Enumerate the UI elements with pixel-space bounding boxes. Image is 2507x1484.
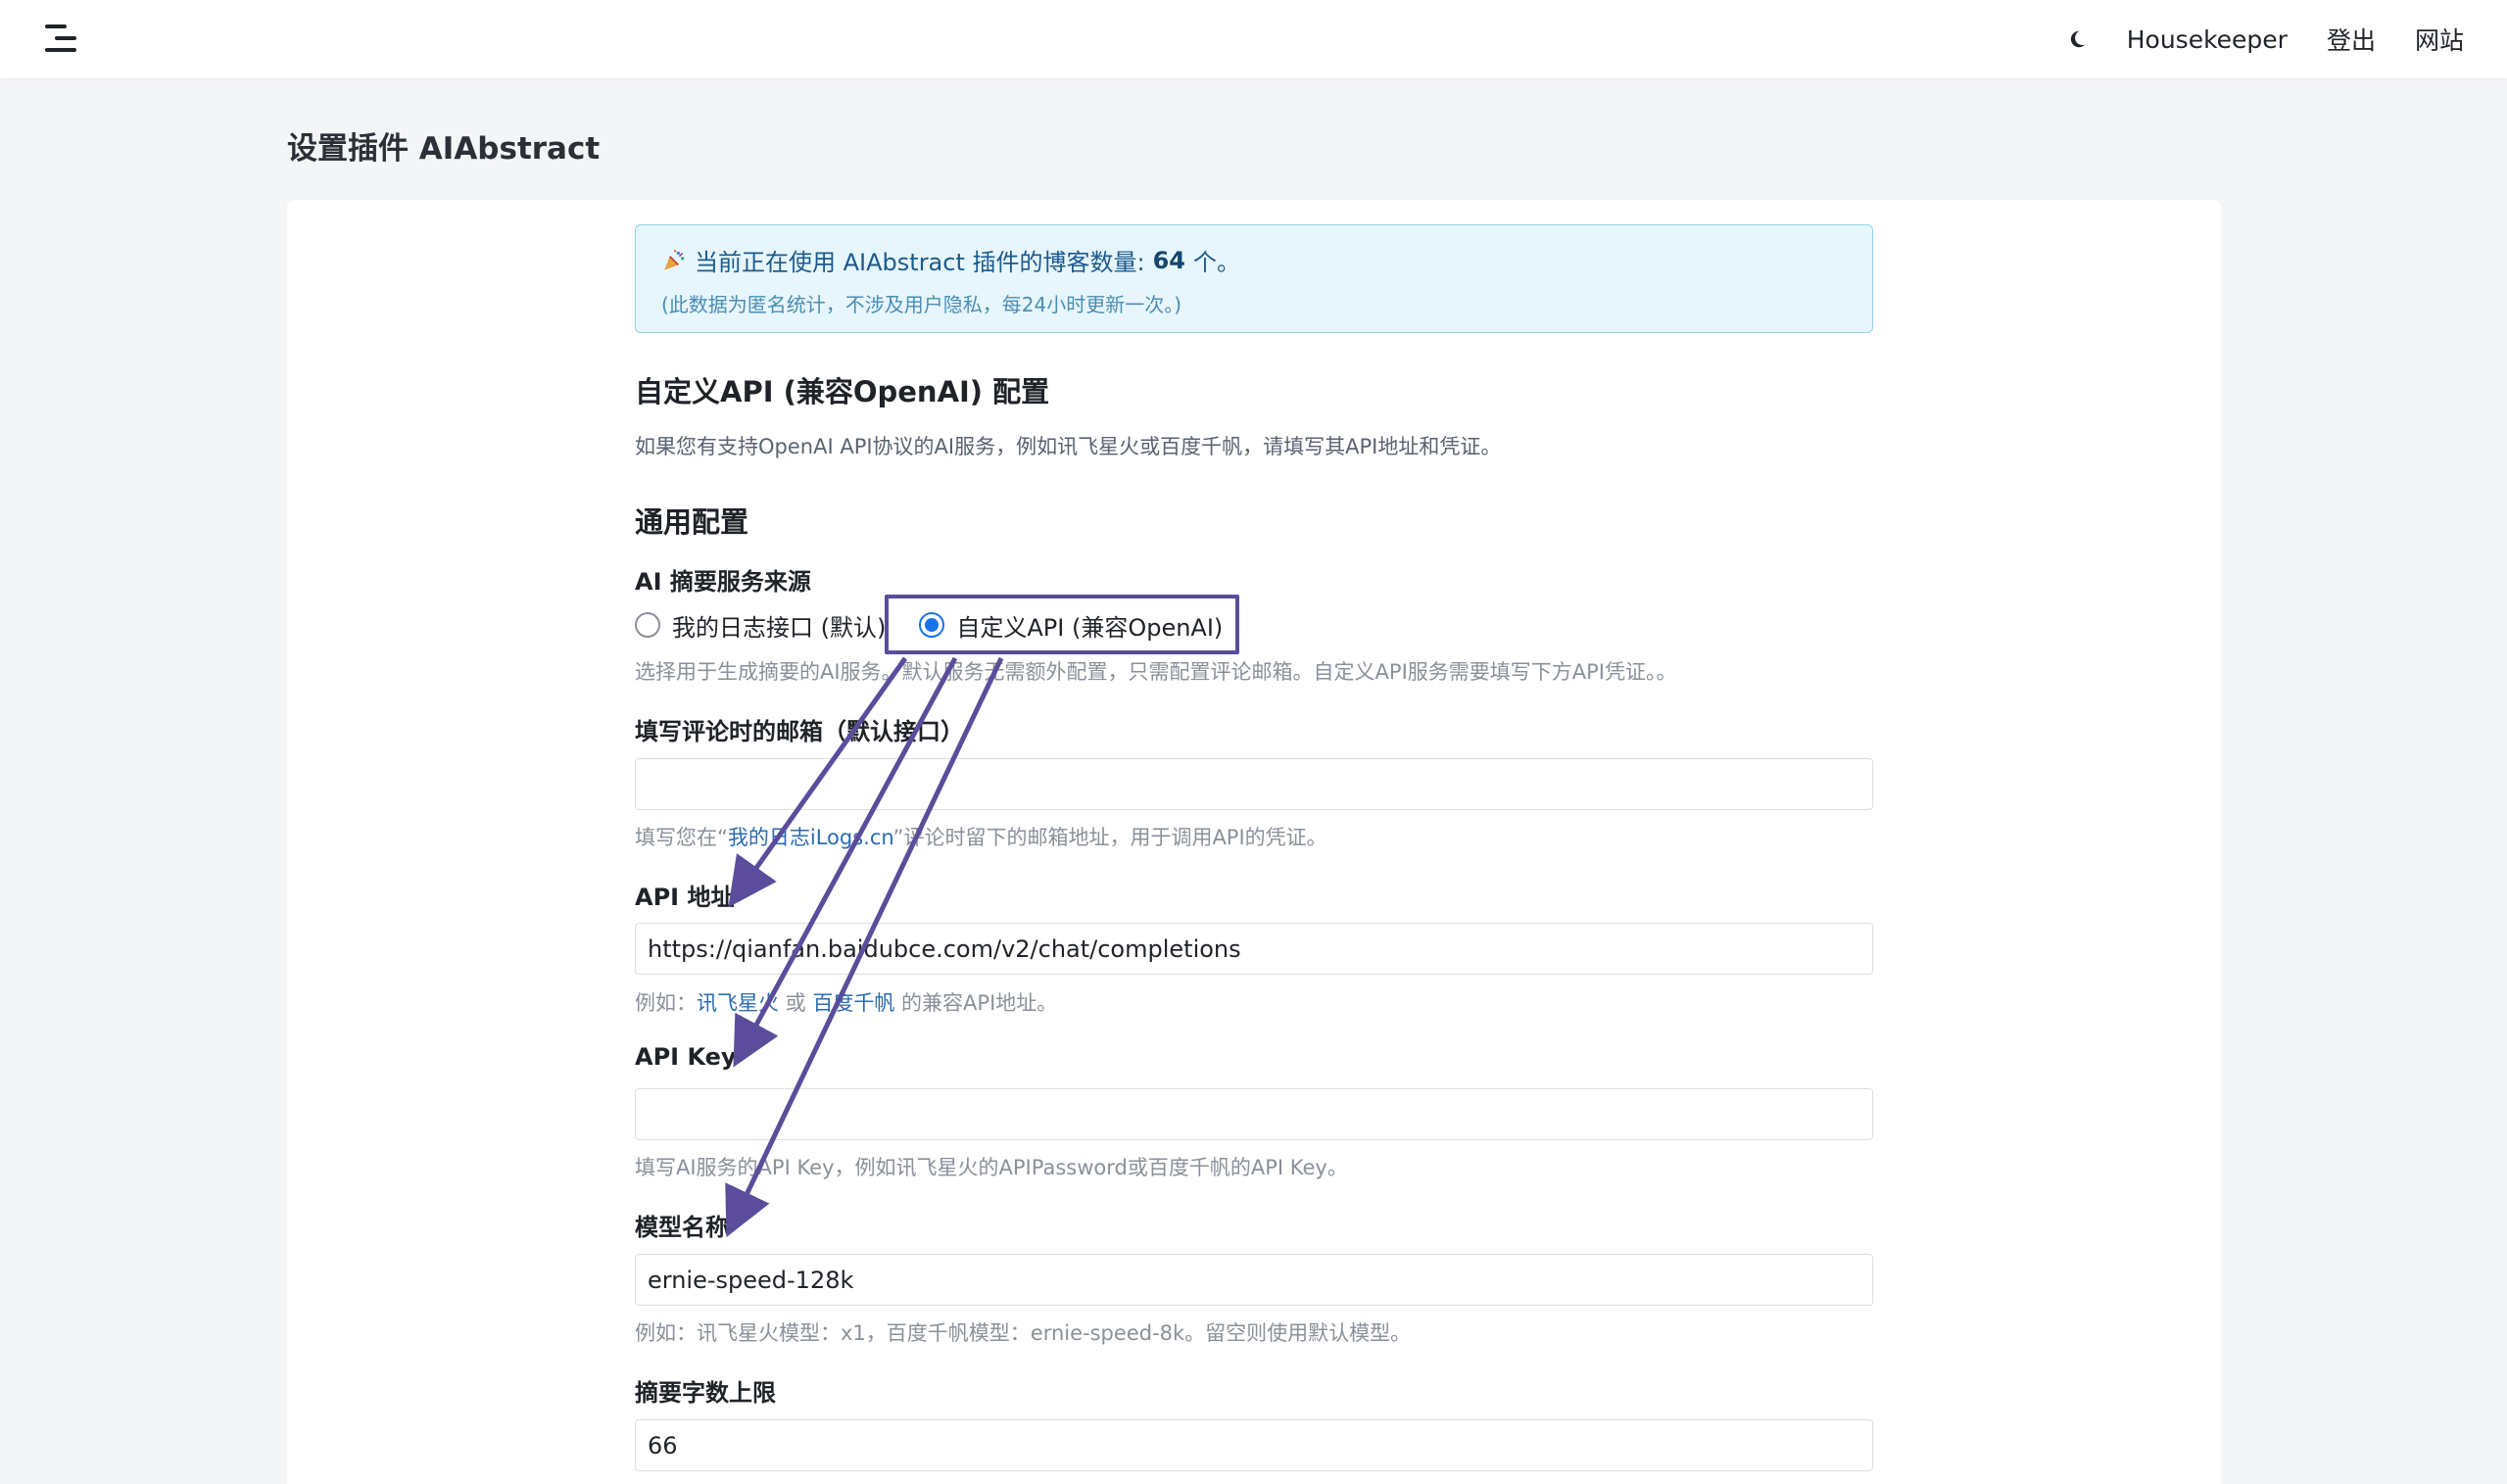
model-help: 例如：讯飞星火模型：x1，百度千帆模型：ernie-speed-8k。留空则使用… — [635, 1321, 1412, 1345]
party-popper-icon — [664, 249, 685, 270]
top-navbar: Housekeeper 登出 网站 — [0, 0, 2507, 78]
nav-site-link[interactable]: 网站 — [2415, 22, 2464, 57]
source-label: AI 摘要服务来源 — [635, 568, 811, 596]
custom-api-heading: 自定义API (兼容OpenAI) 配置 — [635, 375, 1050, 408]
email-label: 填写评论时的邮箱（默认接口） — [635, 718, 964, 745]
nav-user-link[interactable]: Housekeeper — [2127, 25, 2288, 54]
model-label: 模型名称 — [635, 1214, 729, 1241]
api-url-label: API 地址 — [635, 884, 735, 911]
notice-suffix: 个。 — [1193, 249, 1240, 276]
api-url-help: 例如：讯飞星火 或 百度千帆 的兼容API地址。 — [635, 987, 1057, 1017]
email-input[interactable] — [635, 758, 1873, 810]
general-heading: 通用配置 — [635, 505, 749, 539]
menu-toggle-icon[interactable] — [43, 22, 82, 57]
radio-custom-input[interactable] — [919, 612, 945, 638]
custom-api-description: 如果您有支持OpenAI API协议的AI服务，例如讯飞星火或百度千帆，请填写其… — [635, 435, 1502, 458]
email-help-suffix: ”评论时留下的邮箱地址，用于调用API的凭证。 — [892, 826, 1327, 849]
radio-custom-label: 自定义API (兼容OpenAI) — [956, 613, 1224, 642]
source-help: 选择用于生成摘要的AI服务。默认服务无需额外配置，只需配置评论邮箱。自定义API… — [635, 660, 1677, 684]
source-radio-group: 我的日志接口 (默认) 自定义API (兼容OpenAI) — [635, 605, 1223, 645]
notice-subtext: (此数据为匿名统计，不涉及用户隐私，每24小时更新一次。) — [661, 293, 1182, 316]
notice-count: 64 — [1152, 246, 1185, 274]
api-url-help-suffix: 的兼容API地址。 — [894, 991, 1058, 1015]
usage-notice: 当前正在使用 AIAbstract 插件的博客数量: 64 个。 (此数据为匿名… — [635, 224, 1873, 333]
email-help: 填写您在“我的日志iLogs.cn”评论时留下的邮箱地址，用于调用API的凭证。 — [635, 822, 1327, 851]
api-key-label: API Key — [635, 1043, 737, 1071]
page-title: 设置插件 AIAbstract — [287, 131, 601, 167]
model-input[interactable] — [635, 1254, 1873, 1306]
email-help-prefix: 填写您在“ — [635, 826, 728, 849]
moon-icon[interactable] — [2066, 28, 2088, 50]
radio-option-default[interactable]: 我的日志接口 (默认) — [635, 608, 886, 643]
api-key-input[interactable] — [635, 1088, 1873, 1140]
api-url-help-or: 或 — [779, 991, 813, 1015]
radio-default-label: 我的日志接口 (默认) — [672, 613, 887, 642]
api-url-help-prefix: 例如： — [635, 991, 697, 1015]
nav-right: Housekeeper 登出 网站 — [2066, 0, 2464, 78]
notice-prefix: 当前正在使用 AIAbstract 插件的博客数量: — [695, 249, 1145, 276]
radio-default-input[interactable] — [635, 612, 660, 638]
nav-logout-link[interactable]: 登出 — [2327, 22, 2376, 57]
notice-main-line: 当前正在使用 AIAbstract 插件的博客数量: 64 个。 — [661, 243, 1847, 277]
ilogs-link[interactable]: 我的日志iLogs.cn — [728, 826, 893, 849]
api-key-help: 填写AI服务的API Key，例如讯飞星火的APIPassword或百度千帆的A… — [635, 1156, 1348, 1179]
limit-input[interactable] — [635, 1419, 1873, 1471]
api-url-input[interactable] — [635, 923, 1873, 975]
xunfei-link[interactable]: 讯飞星火 — [697, 991, 779, 1015]
limit-label: 摘要字数上限 — [635, 1379, 776, 1407]
radio-option-custom[interactable]: 自定义API (兼容OpenAI) — [919, 608, 1223, 643]
qianfan-link[interactable]: 百度千帆 — [812, 991, 894, 1015]
